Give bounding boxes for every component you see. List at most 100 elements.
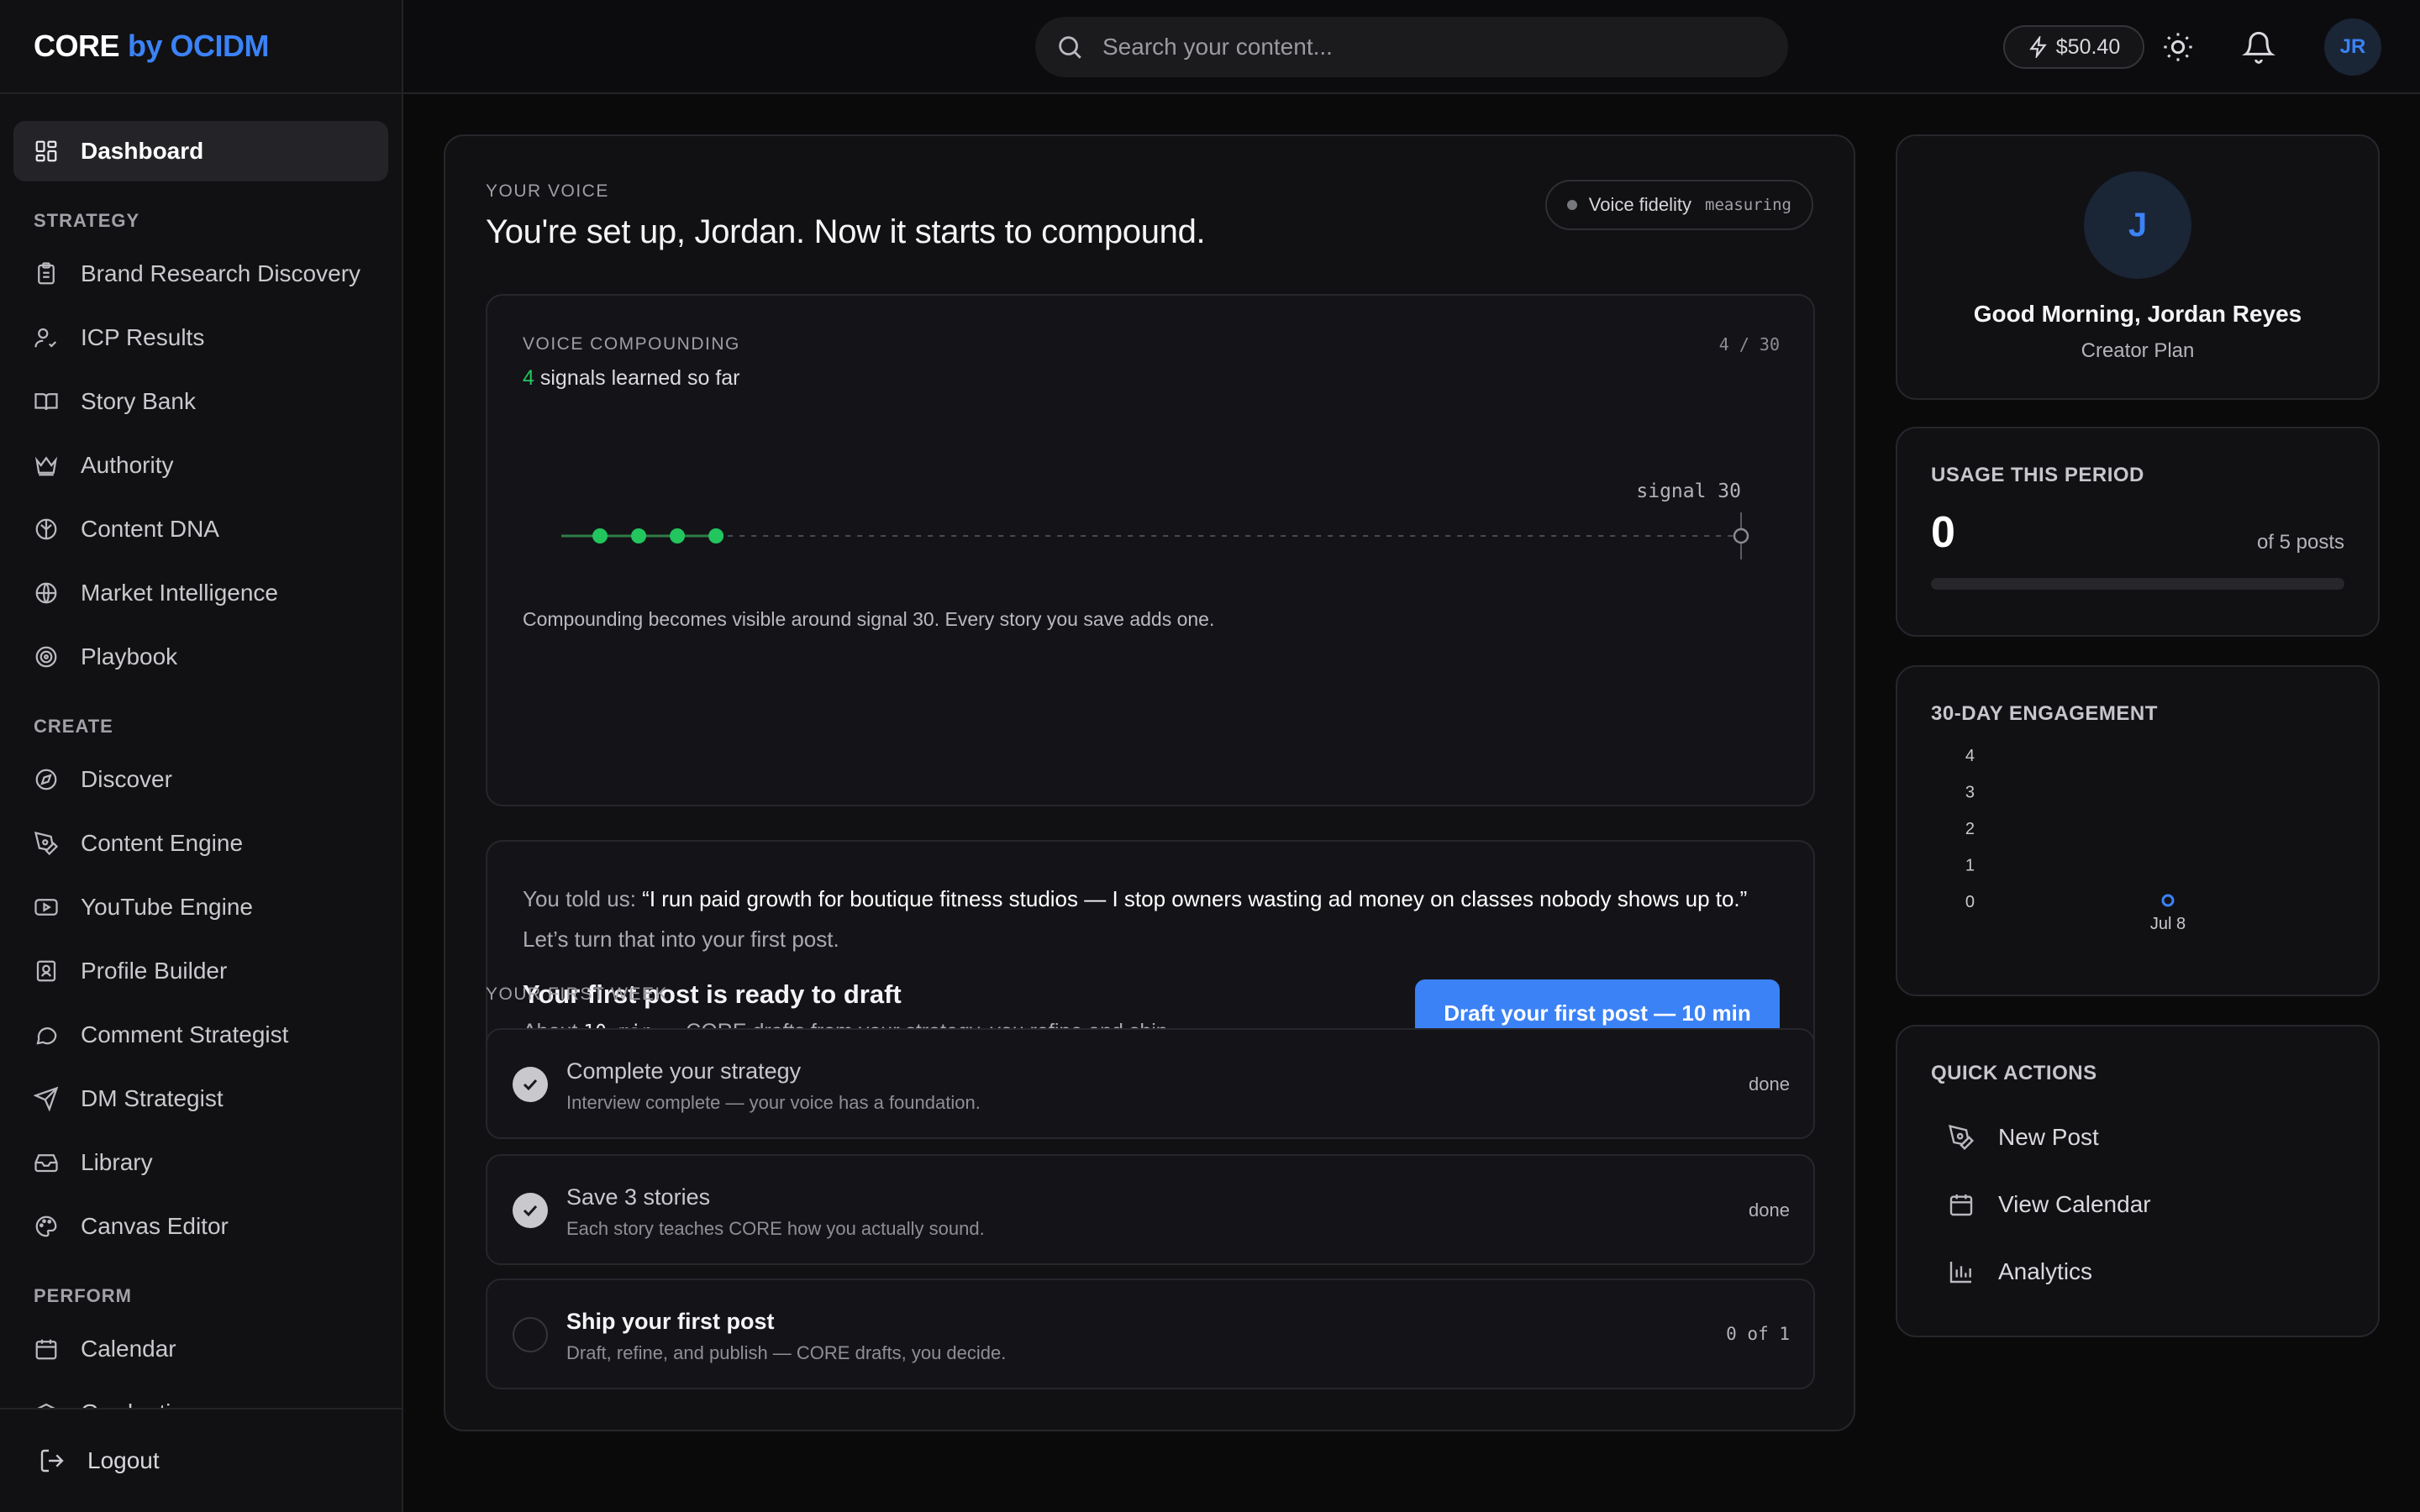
sidebar-item-label: Comment Strategist (81, 1021, 289, 1047)
target-signal-label: signal 30 (1636, 480, 1741, 502)
task-status: 0 of 1 (1726, 1324, 1790, 1344)
task-desc: Each story teaches CORE how you actually… (566, 1218, 985, 1239)
task-save-stories[interactable]: Save 3 stories Each story teaches CORE h… (486, 1154, 1815, 1265)
avatar[interactable]: J (2084, 171, 2191, 279)
task-desc: Draft, refine, and publish — CORE drafts… (566, 1342, 1007, 1363)
story-quote-text: “I run paid growth for boutique fitness … (642, 886, 1748, 911)
sidebar-item-playbook[interactable]: Playbook (13, 627, 388, 687)
story-prefix: You told us: (523, 886, 636, 911)
sidebar-item-label: Story Bank (81, 388, 196, 414)
sidebar-item-discover[interactable]: Discover (13, 749, 388, 810)
send-icon (34, 1086, 59, 1111)
logout-label: Logout (87, 1447, 160, 1473)
sidebar-item-comment-strategist[interactable]: Comment Strategist (13, 1005, 388, 1065)
palette-icon (35, 1215, 57, 1237)
search-input[interactable]: Search your content... (1035, 17, 1788, 77)
signal-progress-track: signal 30 (561, 480, 1749, 559)
sidebar-item-content-engine[interactable]: Content Engine (13, 813, 388, 874)
brand-logo[interactable]: CORE by OCIDM (0, 0, 402, 94)
task-complete-strategy[interactable]: Complete your strategy Interview complet… (486, 1028, 1815, 1139)
top-header: Search your content... $50.40 JR (403, 0, 2420, 94)
story-suffix: Let’s turn that into your first post. (523, 927, 839, 952)
plan-label: Creator Plan (2081, 339, 2195, 362)
task-title: Complete your strategy (566, 1058, 802, 1084)
sidebar-item-market-intelligence[interactable]: Market Intelligence (13, 563, 388, 623)
sidebar-item-story-bank[interactable]: Story Bank (13, 371, 388, 432)
search-icon (1059, 36, 1081, 59)
learned-signal-dot (670, 528, 686, 543)
sidebar-item-youtube-engine[interactable]: YouTube Engine (13, 877, 388, 937)
y-tick-label: 1 (1965, 857, 1975, 875)
sun-icon[interactable] (2161, 30, 2195, 64)
search-placeholder: Search your content... (1102, 34, 1333, 60)
sidebar-item-label: ICP Results (81, 324, 205, 350)
sidebar-item-authority[interactable]: Authority (13, 435, 388, 496)
usage-card: USAGE THIS PERIOD 0 of 5 posts (1896, 427, 2380, 637)
analytics-button[interactable]: Analytics (1948, 1247, 2092, 1297)
bar-chart-icon (1949, 1262, 1971, 1284)
voice-fidelity-badge: Voice fidelity measuring (1544, 180, 1813, 230)
lightning-icon (2028, 36, 2047, 58)
your-voice-card: YOUR VOICE You're set up, Jordan. Now it… (444, 134, 1855, 1431)
sidebar-item-label: Market Intelligence (81, 580, 279, 606)
profile-card: J Good Morning, Jordan Reyes Creator Pla… (1896, 134, 2380, 400)
view-calendar-button[interactable]: View Calendar (1948, 1179, 2151, 1230)
sidebar-item-dm-strategist[interactable]: DM Strategist (13, 1068, 388, 1129)
sidebar-nav: Dashboard STRATEGY Brand Research Discov… (0, 94, 402, 1408)
status-dot-icon (1566, 200, 1577, 210)
calendar-icon (35, 1339, 57, 1360)
sidebar-item-canvas-editor[interactable]: Canvas Editor (13, 1196, 388, 1257)
task-status: done (1749, 1200, 1790, 1221)
sidebar-item-label: DM Strategist (81, 1085, 224, 1111)
target-icon (35, 646, 57, 668)
sidebar-item-library[interactable]: Library (13, 1132, 388, 1193)
signals-summary: 4 signals learned so far (523, 366, 740, 391)
graduation-cap-icon (37, 1403, 55, 1408)
logout-button[interactable]: Logout (0, 1408, 402, 1512)
engagement-title: 30-DAY ENGAGEMENT (1931, 702, 2158, 725)
task-ship-first-post[interactable]: Ship your first post Draft, refine, and … (486, 1278, 1815, 1389)
brand-by: by OCIDM (128, 29, 270, 63)
sidebar-item-calendar[interactable]: Calendar (13, 1319, 388, 1379)
message-circle-icon (36, 1027, 57, 1045)
id-badge-icon (36, 960, 56, 982)
sidebar-item-profile-builder[interactable]: Profile Builder (13, 941, 388, 1001)
brain-icon (35, 518, 57, 540)
data-point (2161, 894, 2175, 907)
x-tick-label: Jul 8 (2150, 915, 2186, 933)
y-tick-label: 2 (1965, 820, 1975, 838)
task-title: Ship your first post (566, 1309, 775, 1334)
sidebar-item-icp-results[interactable]: ICP Results (13, 307, 388, 368)
sidebar-item-brand-research[interactable]: Brand Research Discovery (13, 244, 388, 304)
empty-circle-icon (513, 1317, 548, 1352)
user-check-icon (34, 328, 57, 348)
fidelity-status: measuring (1705, 196, 1791, 214)
crown-icon (34, 456, 58, 476)
section-create: CREATE (34, 716, 113, 737)
sidebar-item-content-dna[interactable]: Content DNA (13, 499, 388, 559)
sidebar-item-label: Calendar (81, 1336, 176, 1362)
dashboard-icon (35, 140, 57, 162)
bell-icon[interactable] (2242, 30, 2275, 64)
credits-badge[interactable]: $50.40 (2003, 25, 2144, 69)
sidebar-item-label: Content DNA (81, 516, 219, 542)
quick-actions-card: QUICK ACTIONS New Post View Calendar Ana… (1896, 1025, 2380, 1337)
sidebar-item-label: YouTube Engine (81, 894, 253, 920)
signals-number: 4 (523, 366, 534, 390)
quick-action-label: View Calendar (1998, 1191, 2151, 1217)
avatar[interactable]: JR (2324, 18, 2381, 76)
y-tick-label: 0 (1965, 893, 1975, 911)
usage-title: USAGE THIS PERIOD (1931, 464, 2144, 486)
your-voice-eyebrow: YOUR VOICE (486, 181, 609, 201)
sidebar-item-label: Playbook (81, 643, 178, 669)
sidebar-item-dashboard[interactable]: Dashboard (13, 121, 388, 181)
signals-text: signals learned so far (539, 366, 740, 390)
task-title: Save 3 stories (566, 1184, 711, 1210)
new-post-button[interactable]: New Post (1948, 1112, 2099, 1163)
checkmark-icon (513, 1067, 548, 1102)
y-tick-label: 3 (1965, 784, 1975, 802)
sidebar: CORE by OCIDM Dashboard STRATEGY Brand R… (0, 0, 403, 1512)
learned-signal-dot (631, 528, 647, 543)
sidebar-item-graduation[interactable]: Graduation (13, 1383, 388, 1408)
book-open-icon (34, 393, 58, 411)
